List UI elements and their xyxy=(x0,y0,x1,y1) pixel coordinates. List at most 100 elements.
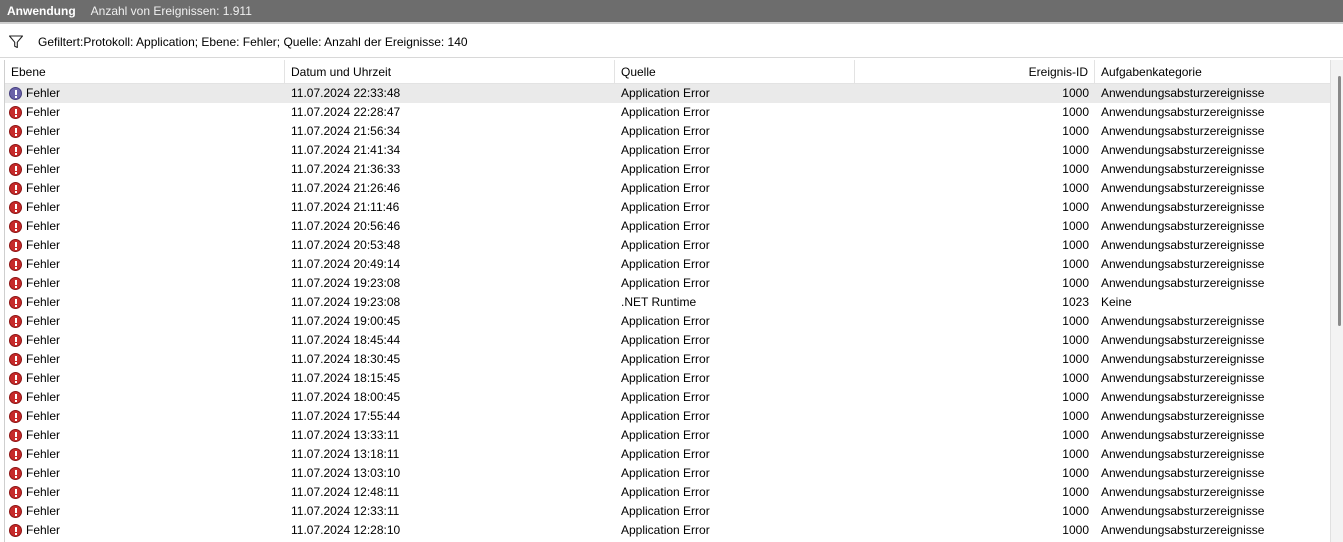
table-row[interactable]: Fehler 11.07.2024 12:28:10 Application Err… xyxy=(5,521,1332,540)
cell-level: Fehler xyxy=(5,331,285,350)
cell-datetime: 11.07.2024 20:49:14 xyxy=(291,257,401,271)
table-row[interactable]: Fehler 11.07.2024 13:18:11 Application Err… xyxy=(5,445,1332,464)
cell-level: Fehler xyxy=(5,521,285,540)
table-row[interactable]: Fehler 11.07.2024 19:00:45 Application Err… xyxy=(5,312,1332,331)
level-text: Fehler xyxy=(26,162,61,176)
table-row[interactable]: Fehler 11.07.2024 20:49:14 Application Err… xyxy=(5,255,1332,274)
cell-task-category: Keine xyxy=(1101,295,1132,309)
cell-level: Fehler xyxy=(5,122,285,141)
cell-datetime: 11.07.2024 19:23:08 xyxy=(291,295,401,309)
cell-task-category: Anwendungsabsturzereignisse xyxy=(1101,276,1265,290)
error-icon xyxy=(9,505,22,518)
cell-event-id: 1000 xyxy=(1062,504,1089,518)
error-icon xyxy=(9,372,22,385)
cell-source: Application Error xyxy=(621,219,710,233)
cell-task-category: Anwendungsabsturzereignisse xyxy=(1101,86,1265,100)
level-text: Fehler xyxy=(26,124,61,138)
table-row[interactable]: Fehler 11.07.2024 21:11:46 Application Err… xyxy=(5,198,1332,217)
error-icon xyxy=(9,448,22,461)
log-name: Anwendung xyxy=(7,4,76,18)
error-icon xyxy=(9,486,22,499)
table-row[interactable]: Fehler 11.07.2024 19:23:08 .NET Runtime 102… xyxy=(5,293,1332,312)
error-icon xyxy=(9,87,22,100)
error-icon xyxy=(9,106,22,119)
table-row[interactable]: Fehler 11.07.2024 13:33:11 Application Err… xyxy=(5,426,1332,445)
scrollbar-thumb[interactable] xyxy=(1338,76,1341,326)
column-header-event-id[interactable]: Ereignis-ID xyxy=(855,60,1095,84)
table-row[interactable]: Fehler 11.07.2024 18:30:45 Application Err… xyxy=(5,350,1332,369)
cell-task-category: Anwendungsabsturzereignisse xyxy=(1101,257,1265,271)
cell-datetime: 11.07.2024 20:56:46 xyxy=(291,219,401,233)
cell-source: Application Error xyxy=(621,523,710,537)
cell-source: Application Error xyxy=(621,86,710,100)
cell-event-id: 1000 xyxy=(1062,314,1089,328)
cell-datetime: 11.07.2024 22:33:48 xyxy=(291,86,401,100)
column-header-task-category[interactable]: Aufgabenkategorie xyxy=(1095,60,1332,84)
cell-datetime: 11.07.2024 18:15:45 xyxy=(291,371,401,385)
level-text: Fehler xyxy=(26,371,61,385)
cell-event-id: 1000 xyxy=(1062,409,1089,423)
cell-event-id: 1000 xyxy=(1062,466,1089,480)
table-row[interactable]: Fehler 11.07.2024 12:48:11 Application Err… xyxy=(5,483,1332,502)
cell-event-id: 1000 xyxy=(1062,219,1089,233)
cell-datetime: 11.07.2024 21:36:33 xyxy=(291,162,401,176)
cell-task-category: Anwendungsabsturzereignisse xyxy=(1101,371,1265,385)
cell-event-id: 1000 xyxy=(1062,428,1089,442)
cell-task-category: Anwendungsabsturzereignisse xyxy=(1101,200,1265,214)
cell-event-id: 1000 xyxy=(1062,333,1089,347)
event-list[interactable]: Ebene Datum und Uhrzeit Quelle Ereignis-… xyxy=(4,60,1332,542)
cell-level: Fehler xyxy=(5,483,285,502)
cell-datetime: 11.07.2024 12:48:11 xyxy=(291,485,400,499)
column-header-row: Ebene Datum und Uhrzeit Quelle Ereignis-… xyxy=(5,60,1332,84)
column-header-source[interactable]: Quelle xyxy=(615,60,855,84)
cell-source: Application Error xyxy=(621,162,710,176)
level-text: Fehler xyxy=(26,143,61,157)
cell-level: Fehler xyxy=(5,312,285,331)
table-row[interactable]: Fehler 11.07.2024 20:56:46 Application Err… xyxy=(5,217,1332,236)
table-row[interactable]: Fehler 11.07.2024 17:55:44 Application Err… xyxy=(5,407,1332,426)
cell-source: Application Error xyxy=(621,390,710,404)
cell-source: Application Error xyxy=(621,314,710,328)
cell-task-category: Anwendungsabsturzereignisse xyxy=(1101,333,1265,347)
table-row[interactable]: Fehler 11.07.2024 21:26:46 Application Err… xyxy=(5,179,1332,198)
cell-level: Fehler xyxy=(5,502,285,521)
event-count: Anzahl von Ereignissen: 1.911 xyxy=(90,4,252,18)
error-icon xyxy=(9,315,22,328)
table-row[interactable]: Fehler 11.07.2024 18:15:45 Application Err… xyxy=(5,369,1332,388)
cell-datetime: 11.07.2024 21:41:34 xyxy=(291,143,401,157)
cell-event-id: 1000 xyxy=(1062,181,1089,195)
cell-source: Application Error xyxy=(621,257,710,271)
cell-level: Fehler xyxy=(5,198,285,217)
cell-task-category: Anwendungsabsturzereignisse xyxy=(1101,181,1265,195)
vertical-scrollbar[interactable] xyxy=(1330,60,1343,542)
level-text: Fehler xyxy=(26,314,61,328)
cell-source: Application Error xyxy=(621,333,710,347)
cell-source: Application Error xyxy=(621,352,710,366)
column-header-level[interactable]: Ebene xyxy=(5,60,285,84)
table-row[interactable]: Fehler 11.07.2024 13:03:10 Application Err… xyxy=(5,464,1332,483)
table-row[interactable]: Fehler 11.07.2024 21:56:34 Application Err… xyxy=(5,122,1332,141)
table-row[interactable]: Fehler 11.07.2024 22:28:47 Application Err… xyxy=(5,103,1332,122)
table-row[interactable]: Fehler 11.07.2024 19:23:08 Application Err… xyxy=(5,274,1332,293)
filter-description: Gefiltert:Protokoll: Application; Ebene:… xyxy=(38,34,468,49)
error-icon xyxy=(9,182,22,195)
table-row[interactable]: Fehler 11.07.2024 22:33:48 Application Err… xyxy=(5,84,1332,103)
cell-level: Fehler xyxy=(5,407,285,426)
table-row[interactable]: Fehler 11.07.2024 18:45:44 Application Err… xyxy=(5,331,1332,350)
cell-level: Fehler xyxy=(5,426,285,445)
table-row[interactable]: Fehler 11.07.2024 20:53:48 Application Err… xyxy=(5,236,1332,255)
error-icon xyxy=(9,239,22,252)
cell-source: Application Error xyxy=(621,371,710,385)
cell-task-category: Anwendungsabsturzereignisse xyxy=(1101,124,1265,138)
table-row[interactable]: Fehler 11.07.2024 18:00:45 Application Err… xyxy=(5,388,1332,407)
error-icon xyxy=(9,201,22,214)
cell-source: Application Error xyxy=(621,200,710,214)
table-row[interactable]: Fehler 11.07.2024 21:41:34 Application Err… xyxy=(5,141,1332,160)
column-header-datetime[interactable]: Datum und Uhrzeit xyxy=(285,60,615,84)
table-row[interactable]: Fehler 11.07.2024 12:33:11 Application Err… xyxy=(5,502,1332,521)
table-row[interactable]: Fehler 11.07.2024 21:36:33 Application Err… xyxy=(5,160,1332,179)
cell-datetime: 11.07.2024 12:33:11 xyxy=(291,504,400,518)
event-rows: Fehler 11.07.2024 22:33:48 Application Err… xyxy=(5,84,1332,540)
cell-level: Fehler xyxy=(5,103,285,122)
cell-source: Application Error xyxy=(621,504,710,518)
